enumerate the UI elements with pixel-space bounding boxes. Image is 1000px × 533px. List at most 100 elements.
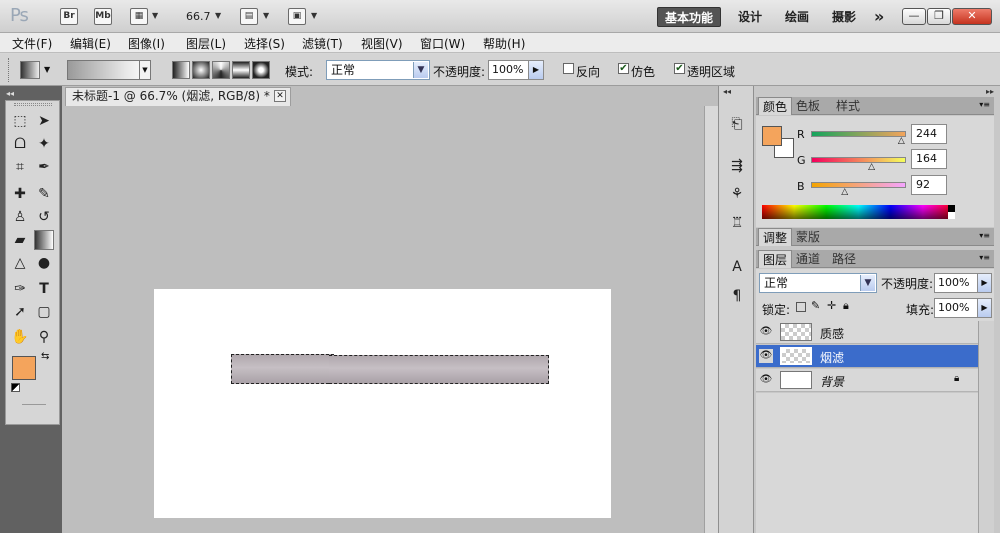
tab-swatches[interactable]: 色板 xyxy=(792,97,824,115)
actions-panel-icon[interactable]: ⇶ xyxy=(727,156,747,176)
menu-file[interactable]: 文件(F) xyxy=(12,35,52,52)
menu-layer[interactable]: 图层(L) xyxy=(186,35,226,52)
blue-slider[interactable]: △ xyxy=(811,182,906,197)
screen-mode-icon[interactable]: ▣ xyxy=(288,8,306,25)
type-tool-icon[interactable]: T xyxy=(34,279,54,299)
red-slider-thumb-icon[interactable]: △ xyxy=(898,136,905,146)
tab-paths[interactable]: 路径 xyxy=(828,250,860,268)
eyedropper-tool-icon[interactable]: ✒ xyxy=(34,157,54,177)
healing-brush-tool-icon[interactable]: ✚ xyxy=(10,184,30,204)
brushes-panel-icon[interactable]: ⚘ xyxy=(727,184,747,204)
panel-foreground-swatch[interactable] xyxy=(762,126,782,146)
blue-value-input[interactable]: 92 xyxy=(911,175,947,195)
green-slider[interactable]: △ xyxy=(811,157,906,172)
clone-source-panel-icon[interactable]: ♖ xyxy=(727,213,747,233)
screen-mode-dropdown-icon[interactable]: ▼ xyxy=(311,11,317,20)
selection-marquee-left[interactable] xyxy=(231,354,334,384)
lock-position-icon[interactable]: ✛ xyxy=(827,299,836,312)
blur-tool-icon[interactable]: △ xyxy=(10,253,30,273)
more-workspaces-button[interactable]: » xyxy=(874,7,884,27)
eraser-tool-icon[interactable]: ▰ xyxy=(10,230,30,250)
zoom-tool-icon[interactable]: ⚲ xyxy=(34,327,54,347)
menu-window[interactable]: 窗口(W) xyxy=(420,35,465,52)
swap-colors-icon[interactable]: ⇆ xyxy=(41,351,49,362)
menu-image[interactable]: 图像(I) xyxy=(128,35,165,52)
mode-dropdown-icon[interactable]: ▼ xyxy=(413,62,428,78)
tool-preset-dropdown-icon[interactable]: ▼ xyxy=(44,65,50,74)
view-extras-dropdown-icon[interactable]: ▼ xyxy=(152,11,158,20)
minimize-button[interactable]: — xyxy=(902,8,926,25)
view-extras-icon[interactable]: ▦ xyxy=(130,8,148,25)
red-value-input[interactable]: 244 xyxy=(911,124,947,144)
diamond-gradient-button[interactable] xyxy=(252,61,270,79)
color-panel-menu-icon[interactable]: ▾≡ xyxy=(979,100,990,109)
tab-channels[interactable]: 通道 xyxy=(792,250,824,268)
brush-tool-icon[interactable]: ✎ xyxy=(34,184,54,204)
shape-tool-icon[interactable]: ▢ xyxy=(34,302,54,322)
character-panel-icon[interactable]: A xyxy=(727,257,747,277)
layer-row-selected[interactable]: 👁︎ 烟滤 xyxy=(756,345,978,368)
layer-row[interactable]: 👁︎ 质感 xyxy=(756,321,978,344)
default-colors-icon[interactable] xyxy=(11,383,20,392)
workspace-essentials[interactable]: 基本功能 xyxy=(657,7,721,27)
reverse-checkbox[interactable] xyxy=(563,63,574,74)
dither-label[interactable]: 仿色 xyxy=(631,63,655,80)
move-tool-icon[interactable]: ➤ xyxy=(34,111,54,131)
close-document-icon[interactable]: ✕ xyxy=(274,90,286,102)
workspace-painting[interactable]: 绘画 xyxy=(785,7,809,27)
radial-gradient-button[interactable] xyxy=(192,61,210,79)
marquee-tool-icon[interactable]: ⬚ xyxy=(10,111,30,131)
gradient-dropdown-icon[interactable]: ▼ xyxy=(139,61,150,79)
layer-opacity-toggle-icon[interactable]: ▶ xyxy=(977,274,991,292)
document-tab[interactable]: 未标题-1 @ 66.7% (烟滤, RGB/8) * ✕ xyxy=(65,87,291,106)
tab-masks[interactable]: 蒙版 xyxy=(792,228,824,246)
layer-visibility-eye-icon[interactable]: 👁︎ xyxy=(759,325,773,339)
tab-color[interactable]: 颜色 xyxy=(758,97,793,115)
collapse-dock-icon[interactable]: ▸▸ xyxy=(986,87,994,96)
reverse-label[interactable]: 反向 xyxy=(576,63,600,80)
layer-name[interactable]: 背景 xyxy=(820,373,844,390)
spectrum-black-swatch[interactable] xyxy=(948,205,955,212)
tab-styles[interactable]: 样式 xyxy=(832,97,864,115)
tools-grip[interactable] xyxy=(14,103,52,106)
adjustments-panel-menu-icon[interactable]: ▾≡ xyxy=(979,231,990,240)
tool-preset-picker-icon[interactable] xyxy=(20,61,40,79)
spectrum-white-swatch[interactable] xyxy=(948,212,955,219)
blend-mode-dropdown-icon[interactable]: ▼ xyxy=(860,275,875,291)
layers-scrollbar[interactable] xyxy=(978,321,994,533)
linear-gradient-button[interactable] xyxy=(172,61,190,79)
fill-toggle-icon[interactable]: ▶ xyxy=(977,299,991,317)
pen-tool-icon[interactable]: ✑ xyxy=(10,279,30,299)
angle-gradient-button[interactable] xyxy=(212,61,230,79)
menu-view[interactable]: 视图(V) xyxy=(361,35,403,52)
history-brush-tool-icon[interactable]: ↺ xyxy=(34,207,54,227)
document-canvas[interactable] xyxy=(154,289,611,518)
path-selection-tool-icon[interactable]: ➚ xyxy=(10,302,30,322)
clone-stamp-tool-icon[interactable]: ♙ xyxy=(10,207,30,227)
layer-opacity-input[interactable]: 100% ▶ xyxy=(934,273,992,293)
lock-all-icon[interactable]: 🔒︎ xyxy=(843,299,849,313)
lock-pixels-icon[interactable]: ✎ xyxy=(811,299,820,312)
minibridge-icon[interactable]: Mb xyxy=(94,8,112,25)
bridge-icon[interactable]: Br xyxy=(60,8,78,25)
layer-row[interactable]: 👁︎ 背景 🔒︎ xyxy=(756,369,978,392)
foreground-color-swatch[interactable] xyxy=(12,356,36,380)
gradient-tool-icon[interactable] xyxy=(34,230,54,250)
menu-filter[interactable]: 滤镜(T) xyxy=(302,35,343,52)
reflected-gradient-button[interactable] xyxy=(232,61,250,79)
transparency-label[interactable]: 透明区域 xyxy=(687,63,735,80)
layers-panel-menu-icon[interactable]: ▾≡ xyxy=(979,253,990,262)
blue-slider-thumb-icon[interactable]: △ xyxy=(841,187,848,197)
transparency-checkbox[interactable]: ✔ xyxy=(674,63,685,74)
arrange-documents-icon[interactable]: ▤ xyxy=(240,8,258,25)
close-button[interactable]: ✕ xyxy=(952,8,992,25)
red-slider[interactable]: △ xyxy=(811,131,906,146)
menu-help[interactable]: 帮助(H) xyxy=(483,35,525,52)
zoom-dropdown-icon[interactable]: ▼ xyxy=(215,11,221,20)
color-spectrum-bar[interactable] xyxy=(762,205,955,219)
gradient-picker[interactable]: ▼ xyxy=(67,60,151,80)
mode-select[interactable]: 正常 ▼ xyxy=(326,60,430,80)
workspace-photography[interactable]: 摄影 xyxy=(832,7,856,27)
vertical-scrollbar[interactable] xyxy=(704,106,718,533)
lock-transparent-icon[interactable] xyxy=(796,302,806,312)
